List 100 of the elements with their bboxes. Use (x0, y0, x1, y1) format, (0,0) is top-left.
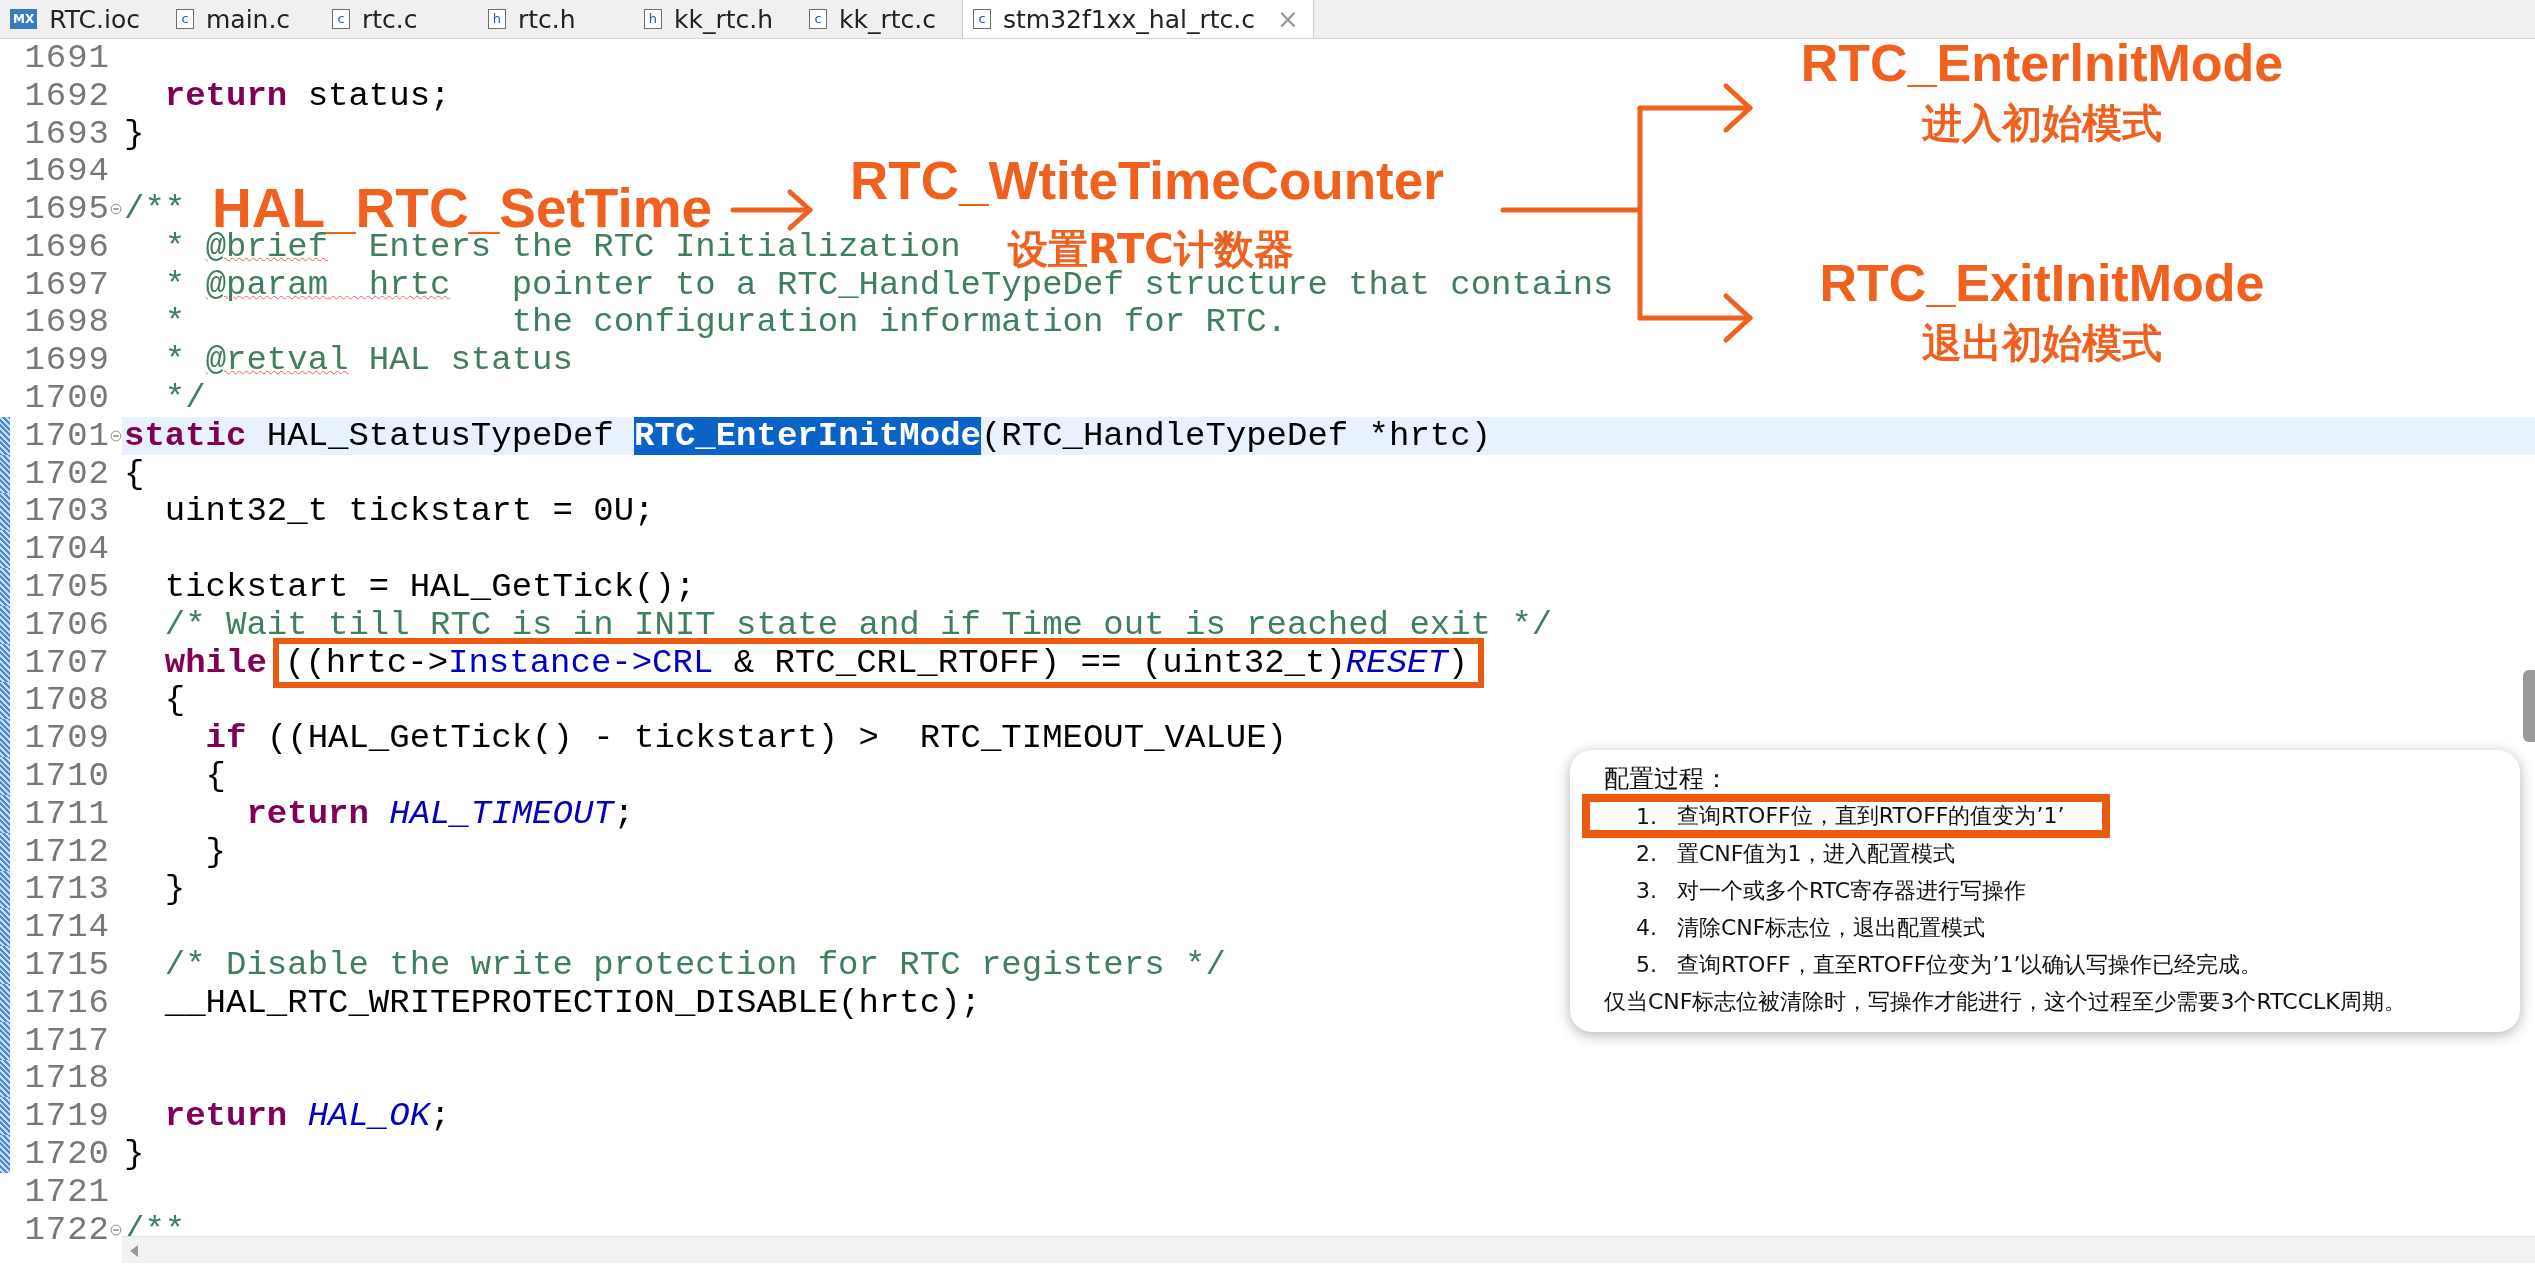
note-title: 配置过程： (1604, 763, 1730, 795)
file-tab[interactable]: MX RTC.ioc (0, 0, 166, 38)
collapse-icon[interactable] (110, 202, 122, 217)
code-line: * @retval HAL status (163, 341, 573, 380)
tab-label[interactable]: kk_rtc.c (839, 4, 936, 34)
line-number: 1711 (23, 794, 110, 833)
horizontal-scrollbar[interactable] (122, 1236, 2535, 1263)
line-number: 1703 (23, 492, 110, 531)
code-line: /** (124, 190, 186, 229)
annotation-label: RTC_WtiteTimeCounter (850, 150, 1444, 211)
line-number: 1701 (23, 416, 110, 455)
line-number: 1721 (23, 1172, 110, 1211)
code-line: } (204, 832, 227, 871)
code-line: static HAL_StatusTypeDef RTC_EnterInitMode(RTC_HandleTypeDef *hrtc) (124, 416, 1492, 455)
line-number: 1697 (23, 265, 110, 304)
code-line: { (204, 757, 227, 796)
line-number: 1702 (23, 454, 110, 493)
file-tab[interactable]: c rtc.c (321, 0, 478, 38)
line-number: 1708 (23, 681, 110, 720)
code-line: return status; (163, 76, 451, 115)
file-icon: c (331, 9, 350, 29)
tab-label[interactable]: kk_rtc.h (673, 4, 774, 34)
line-number: 1706 (23, 605, 110, 644)
annotation-note: 退出初始模式 (1922, 319, 2162, 368)
code-text: while (163, 643, 267, 682)
line-number: 1699 (23, 341, 110, 380)
tab-label[interactable]: rtc.h (517, 4, 576, 34)
line-number: 1716 (23, 983, 110, 1022)
annotation-note: 进入初始模式 (1922, 99, 2162, 148)
file-tab[interactable]: c kk_rtc.c (799, 0, 962, 38)
file-tab[interactable]: c stm32f1xx_hal_rtc.c × (962, 0, 1314, 38)
step-text: 对一个或多个RTC寄存器进行写操作 (1677, 876, 2027, 905)
line-number: 1719 (23, 1097, 110, 1136)
code-line: return HAL_OK; (163, 1097, 451, 1136)
code-text: ((hrtc->Instance->CRL & RTC_CRL_RTOFF) == (uint32_t)RESET) (284, 643, 1469, 682)
code-line: { (163, 681, 186, 720)
code-line: /** (124, 1210, 186, 1249)
line-number: 1704 (23, 530, 110, 569)
line-number: 1713 (23, 870, 110, 909)
line-number: 1705 (23, 568, 110, 607)
file-icon: MX (10, 9, 38, 29)
file-icon: h (487, 9, 506, 29)
step-number: 5. (1636, 952, 1657, 977)
code-line: tickstart = HAL_GetTick(); (163, 568, 696, 607)
step-number: 1. (1636, 803, 1657, 829)
line-number: 1718 (23, 1059, 110, 1098)
line-number: 1695 (23, 190, 110, 229)
line-number: 1700 (23, 379, 110, 418)
line-number: 1717 (23, 1021, 110, 1060)
step-text: 置CNF值为1，进入配置模式 (1677, 839, 1956, 868)
line-number: 1707 (23, 643, 110, 682)
code-line: } (163, 870, 186, 909)
file-tab[interactable]: h rtc.h (477, 0, 634, 38)
code-line: */ (163, 379, 206, 418)
code-line: * the configuration information for RTC. (163, 303, 1287, 342)
line-number: 1696 (23, 227, 110, 266)
line-number: 1712 (23, 832, 110, 871)
line-number: 1692 (23, 76, 110, 115)
collapse-icon[interactable] (110, 1222, 122, 1237)
code-line: uint32_t tickstart = 0U; (163, 492, 655, 531)
code-line: /* Disable the write protection for RTC registers */ (163, 946, 1226, 985)
step-text: 查询RTOFF，直至RTOFF位变为’1’以确认写操作已经完成。 (1677, 950, 2263, 979)
line-number: 1709 (23, 719, 110, 758)
line-number: 1698 (23, 303, 110, 342)
file-icon: c (809, 9, 828, 29)
code-line: return HAL_TIMEOUT; (245, 794, 635, 833)
tab-label[interactable]: rtc.c (361, 4, 418, 34)
code-line: /* Wait till RTC is in INIT state and if Time out is reached exit */ (163, 605, 1553, 644)
tab-label[interactable]: RTC.ioc (49, 4, 140, 34)
scroll-left-icon[interactable] (130, 1245, 138, 1257)
step-text: 查询RTOFF位，直到RTOFF的值变为’1’ (1677, 802, 2065, 830)
step-number: 3. (1636, 878, 1657, 903)
line-number: 1694 (23, 152, 110, 191)
step-text: 清除CNF标志位，退出配置模式 (1677, 913, 1986, 942)
annotation-label: RTC_EnterlnitMode (1800, 33, 2284, 94)
code-line: } (124, 114, 145, 153)
line-number: 1715 (23, 946, 110, 985)
code-line: if ((HAL_GetTick() - tickstart) > RTC_TIMEOUT_VALUE) (204, 719, 1287, 758)
step-number: 2. (1636, 841, 1657, 866)
collapse-icon[interactable] (110, 428, 122, 443)
line-number: 1714 (23, 908, 110, 947)
code-line: { (124, 454, 145, 493)
file-icon: c (175, 9, 194, 29)
file-tab[interactable]: c main.c (165, 0, 322, 38)
tab-label[interactable]: stm32f1xx_hal_rtc.c (1003, 4, 1255, 34)
step-number: 4. (1636, 915, 1657, 940)
file-icon: h (643, 9, 662, 29)
file-tab[interactable]: h kk_rtc.h (633, 0, 800, 38)
code-line: } (124, 1135, 145, 1173)
scrollbar-thumb[interactable] (2523, 670, 2535, 742)
annotation-label: RTC_ExitInitMode (1819, 253, 2265, 314)
file-icon: c (973, 9, 991, 29)
line-number: 1691 (23, 38, 110, 77)
note-text: 仅当CNF标志位被清除时，写操作才能进行，这个过程至少需要3个RTCCLK周期。 (1604, 988, 2407, 1016)
line-number: 1720 (23, 1135, 110, 1173)
line-number: 1722 (23, 1210, 110, 1249)
line-number: 1710 (23, 757, 110, 796)
code-line: __HAL_RTC_WRITEPROTECTION_DISABLE(hrtc); (163, 983, 981, 1022)
line-number: 1693 (23, 114, 110, 153)
tab-label[interactable]: main.c (205, 4, 291, 34)
